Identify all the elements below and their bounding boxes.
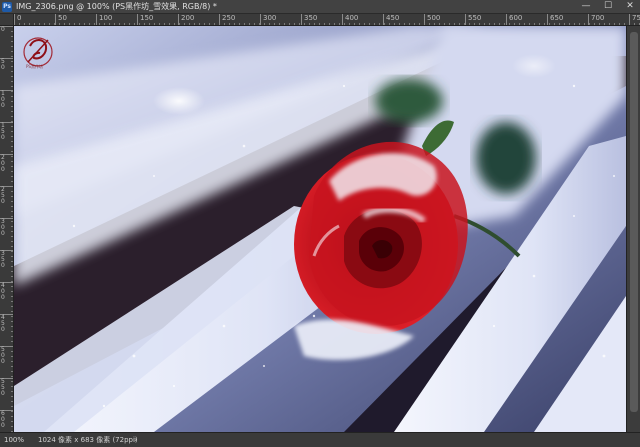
ruler-v-tick-label: 450 (0, 314, 13, 333)
close-button[interactable]: ✕ (620, 0, 640, 14)
ruler-h-tick-label: 700 (588, 14, 604, 25)
zoom-level-field[interactable]: 100% (4, 434, 32, 446)
ruler-v-tick-label: 400 (0, 282, 13, 301)
minimize-button[interactable]: — (576, 0, 596, 14)
ruler-h-tick-label: 250 (219, 14, 235, 25)
ruler-v-tick-label: 550 (0, 378, 13, 397)
ruler-v-tick-label: 150 (0, 122, 13, 141)
status-menu-arrow-icon[interactable]: › (134, 433, 137, 447)
ruler-h-tick-label: 350 (301, 14, 317, 25)
ruler-v-tick-label: 250 (0, 186, 13, 205)
document-tab-titlebar[interactable]: Ps IMG_2306.png @ 100% (PS黑作坊_雪效果, RGB/8… (0, 0, 640, 14)
vertical-scrollbar[interactable] (626, 26, 640, 432)
photoshop-app-icon: Ps (2, 2, 12, 12)
document-title: IMG_2306.png @ 100% (PS黑作坊_雪效果, RGB/8) * (16, 2, 217, 11)
maximize-button[interactable]: ☐ (598, 0, 618, 14)
document-size-info: 1024 像素 x 683 像素 (72ppi) (38, 436, 138, 444)
ruler-h-tick-label: 550 (465, 14, 481, 25)
ruler-h-tick-label: 300 (260, 14, 276, 25)
ruler-h-tick-label: 500 (424, 14, 440, 25)
snow-rose-photo (14, 26, 626, 432)
ruler-h-tick-label: 450 (383, 14, 399, 25)
ruler-h-tick-label: 750 (629, 14, 640, 25)
ruler-h-tick-label: 200 (178, 14, 194, 25)
ruler-h-tick-label: 50 (55, 14, 67, 25)
ruler-h-tick-label: 600 (506, 14, 522, 25)
vertical-ruler[interactable]: 050100150200250300350400450500550600650 (0, 26, 14, 432)
horizontal-ruler[interactable]: 0 50 100 150 200 250 300 350 400 450 500 550 600 650 7… (14, 14, 640, 26)
ruler-v-tick-label: 0 (0, 26, 13, 33)
ruler-v-tick-label: 200 (0, 154, 13, 173)
ruler-v-tick-label: 350 (0, 250, 13, 269)
status-bar: 100% 1024 像素 x 683 像素 (72ppi) › (0, 432, 640, 447)
image-canvas[interactable]: PS黑作坊 (14, 26, 626, 432)
ruler-h-tick-label: 100 (96, 14, 112, 25)
ruler-h-tick-label: 400 (342, 14, 358, 25)
watermark-text: PS黑作坊 (26, 64, 43, 69)
ruler-v-tick-label: 500 (0, 346, 13, 365)
ruler-v-tick-label: 300 (0, 218, 13, 237)
ruler-origin-corner[interactable] (0, 14, 14, 26)
vertical-scrollbar-thumb[interactable] (630, 32, 638, 412)
ruler-h-tick-label: 150 (137, 14, 153, 25)
ruler-v-tick-label: 50 (0, 58, 13, 71)
ruler-v-tick-label: 100 (0, 90, 13, 109)
ruler-h-tick-label: 650 (547, 14, 563, 25)
ruler-h-tick-label: 0 (14, 14, 21, 25)
ruler-v-tick-label: 600 (0, 410, 13, 429)
